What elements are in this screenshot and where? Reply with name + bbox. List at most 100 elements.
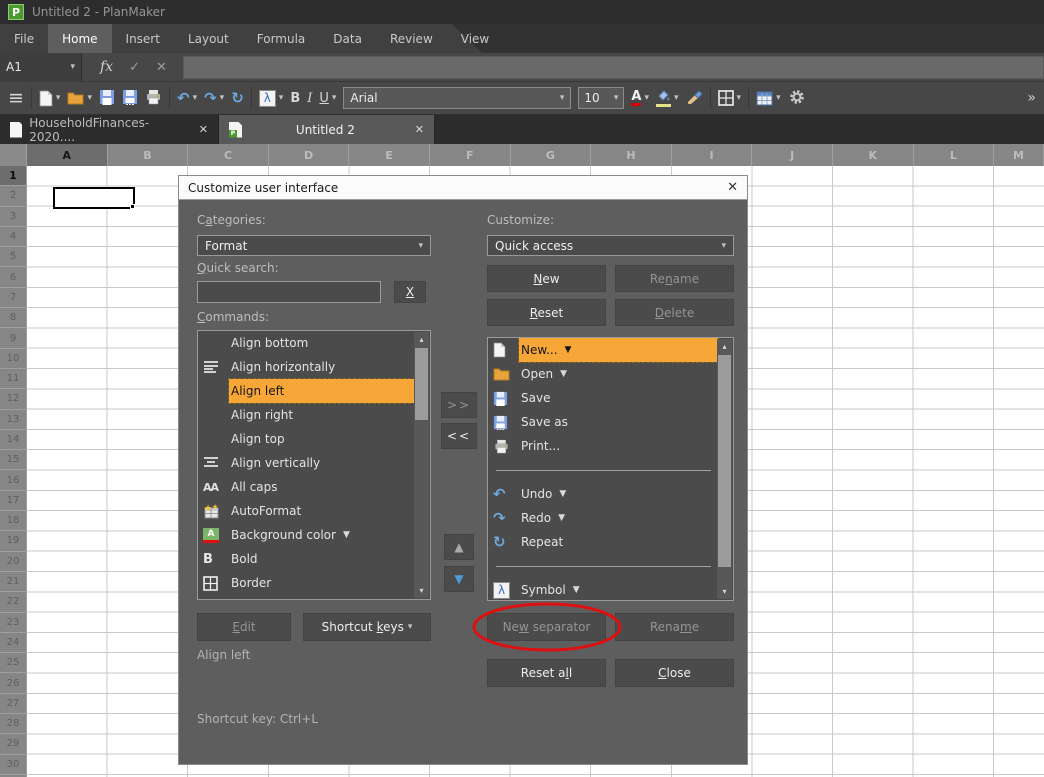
row-header-14[interactable]: 14	[0, 430, 27, 450]
chevron-down-icon[interactable]: ▾	[87, 93, 92, 103]
row-header-15[interactable]: 15	[0, 450, 27, 470]
row-header-29[interactable]: 29	[0, 734, 27, 754]
row-header-19[interactable]: 19	[0, 531, 27, 551]
command-bold[interactable]: B Bold	[198, 547, 430, 571]
command-all-caps[interactable]: AA All caps	[198, 475, 430, 499]
row-header-17[interactable]: 17	[0, 491, 27, 511]
formula-input[interactable]	[183, 56, 1044, 79]
menu-insert[interactable]: Insert	[112, 24, 174, 53]
column-header-k[interactable]: K	[833, 144, 914, 166]
column-header-f[interactable]: F	[430, 144, 511, 166]
scrollbar-thumb[interactable]	[415, 348, 428, 420]
fill-color-button[interactable]: ▾	[656, 89, 679, 107]
delete-toolbar-button[interactable]: Delete	[615, 299, 734, 326]
chevron-down-icon[interactable]: ▾	[193, 93, 198, 103]
rename-item-button[interactable]: Rename	[615, 613, 734, 641]
scroll-down-icon[interactable]: ▾	[414, 583, 429, 598]
quick-item-open[interactable]: Open ▼	[488, 362, 733, 386]
command-autoformat[interactable]: ★★ AutoFormat	[198, 499, 430, 523]
menu-review[interactable]: Review	[376, 24, 447, 53]
command-align-horizontally[interactable]: Align horizontally	[198, 355, 430, 379]
move-down-button[interactable]: ▼	[444, 566, 474, 592]
column-header-e[interactable]: E	[349, 144, 430, 166]
column-header-g[interactable]: G	[511, 144, 592, 166]
font-color-button[interactable]: A ▾	[631, 90, 649, 106]
fill-handle[interactable]	[130, 204, 135, 209]
row-header-25[interactable]: 25	[0, 653, 27, 673]
chevron-down-icon[interactable]: ▾	[644, 93, 649, 103]
commands-list[interactable]: Align bottom Align horizontally Align le…	[197, 330, 431, 600]
row-header-28[interactable]: 28	[0, 714, 27, 734]
menu-home[interactable]: Home	[48, 24, 111, 53]
settings-button[interactable]	[788, 88, 806, 109]
row-header-4[interactable]: 4	[0, 227, 27, 247]
command-align-top[interactable]: Align top	[198, 427, 430, 451]
menu-data[interactable]: Data	[319, 24, 376, 53]
quick-item-save-as[interactable]: Save as	[488, 410, 733, 434]
italic-button[interactable]: I	[307, 91, 312, 106]
menu-file[interactable]: File	[0, 24, 48, 53]
insert-function-icon[interactable]: fx	[100, 59, 113, 75]
shortcut-keys-button[interactable]: Shortcut keys ▾	[303, 613, 431, 641]
column-header-h[interactable]: H	[591, 144, 672, 166]
save-button[interactable]	[99, 89, 115, 108]
quick-item-symbol[interactable]: λ Symbol ▼	[488, 578, 733, 601]
row-header-24[interactable]: 24	[0, 633, 27, 653]
add-command-button[interactable]: >>	[441, 392, 477, 418]
quick-access-scrollbar[interactable]: ▴ ▾	[717, 339, 732, 599]
chevron-down-icon[interactable]: ▾	[56, 93, 61, 103]
dialog-title-bar[interactable]: Customize user interface ✕	[179, 176, 747, 200]
menu-formula[interactable]: Formula	[243, 24, 320, 53]
row-header-21[interactable]: 21	[0, 572, 27, 592]
chevron-down-icon[interactable]: ▾	[776, 93, 781, 103]
menu-layout[interactable]: Layout	[174, 24, 243, 53]
row-header-22[interactable]: 22	[0, 592, 27, 612]
new-document-button[interactable]: ▾	[39, 90, 61, 107]
quick-item-new[interactable]: New... ▼	[488, 338, 733, 362]
scroll-up-icon[interactable]: ▴	[414, 332, 429, 347]
row-header-11[interactable]: 11	[0, 369, 27, 389]
column-header-l[interactable]: L	[914, 144, 995, 166]
quick-item-undo[interactable]: ↶ Undo ▼	[488, 482, 733, 506]
menu-view[interactable]: View	[447, 24, 503, 53]
reset-all-button[interactable]: Reset all	[487, 659, 606, 687]
chevron-down-icon[interactable]: ▾	[737, 93, 742, 103]
borders-button[interactable]: ▾	[718, 90, 742, 106]
scrollbar-thumb[interactable]	[718, 355, 731, 567]
font-size-combo[interactable]: 10 ▾	[578, 87, 624, 109]
command-background-color[interactable]: A Background color ▼	[198, 523, 430, 547]
quick-item-redo[interactable]: ↷ Redo ▼	[488, 506, 733, 530]
tab-untitled-2[interactable]: P Untitled 2 ✕	[219, 115, 435, 144]
column-header-b[interactable]: B	[108, 144, 189, 166]
row-header-23[interactable]: 23	[0, 613, 27, 633]
chevron-down-icon[interactable]: ▾	[279, 93, 284, 103]
commands-scrollbar[interactable]: ▴ ▾	[414, 332, 429, 598]
close-icon[interactable]: ✕	[199, 123, 208, 136]
row-header-1[interactable]: 1	[0, 166, 27, 186]
more-tools-icon[interactable]: »	[1027, 90, 1036, 106]
column-header-j[interactable]: J	[752, 144, 833, 166]
format-painter-button[interactable]	[686, 89, 703, 107]
close-icon[interactable]: ✕	[727, 180, 738, 195]
row-header-27[interactable]: 27	[0, 694, 27, 714]
chevron-down-icon[interactable]: ▾	[614, 93, 619, 103]
command-align-bottom[interactable]: Align bottom	[198, 331, 430, 355]
row-header-7[interactable]: 7	[0, 288, 27, 308]
quick-item-repeat[interactable]: ↻ Repeat	[488, 530, 733, 554]
scroll-up-icon[interactable]: ▴	[717, 339, 732, 354]
table-button[interactable]: ▾	[756, 91, 781, 106]
repeat-button[interactable]: ↻	[231, 89, 244, 107]
chevron-down-icon[interactable]: ▾	[220, 93, 225, 103]
command-align-right[interactable]: Align right	[198, 403, 430, 427]
redo-button[interactable]: ↷ ▾	[204, 89, 224, 107]
new-toolbar-button[interactable]: New	[487, 265, 606, 292]
undo-button[interactable]: ↶ ▾	[177, 89, 197, 107]
row-header-20[interactable]: 20	[0, 552, 27, 572]
chevron-down-icon[interactable]: ▾	[332, 93, 337, 103]
column-header-m[interactable]: M	[994, 144, 1044, 166]
row-header-3[interactable]: 3	[0, 207, 27, 227]
row-header-26[interactable]: 26	[0, 673, 27, 693]
quick-search-input[interactable]	[197, 281, 381, 303]
cell-name-box[interactable]: A1 ▾	[0, 53, 82, 82]
new-separator-button[interactable]: New separator	[487, 613, 606, 641]
